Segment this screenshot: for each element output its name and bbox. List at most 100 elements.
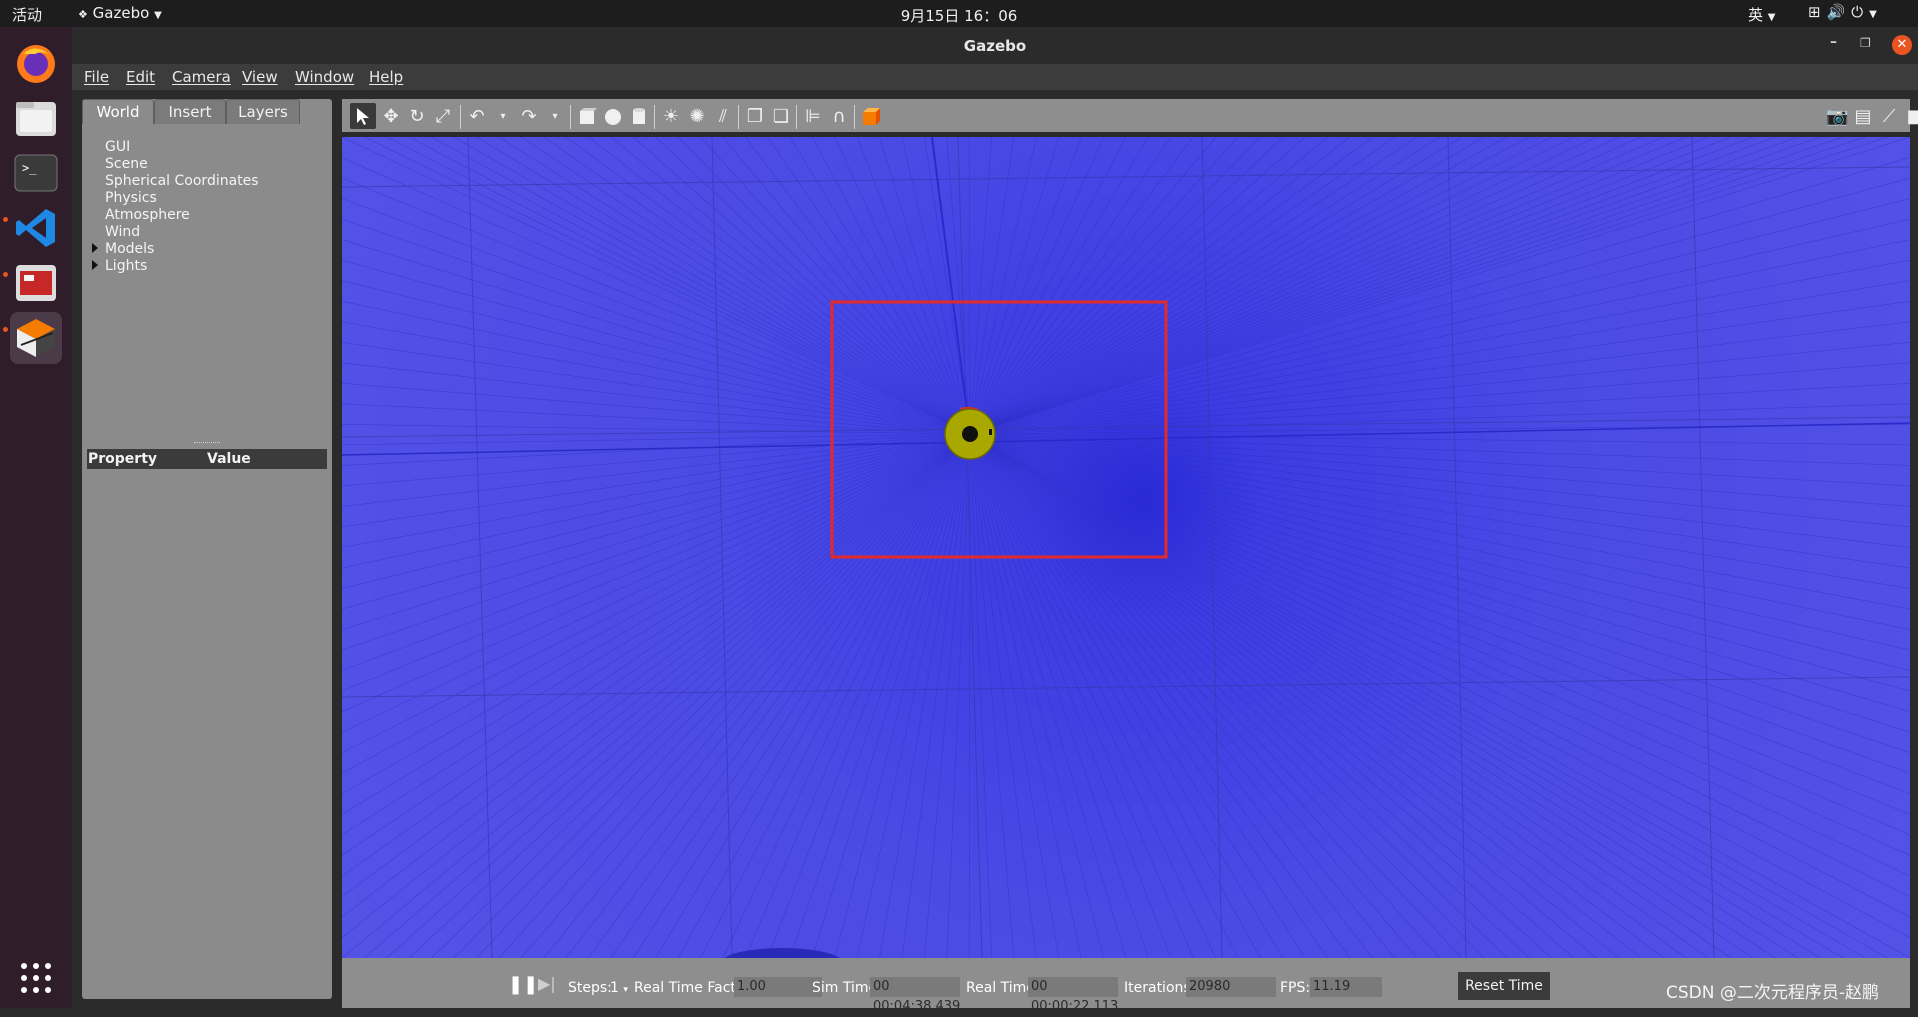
redo-history-icon[interactable]: ▾ [544, 106, 566, 128]
align-icon[interactable]: ⊫ [802, 106, 824, 128]
menu-edit[interactable]: Edit [126, 68, 155, 86]
tree-item-gui[interactable]: GUI [105, 139, 130, 155]
step-icon[interactable]: ▶| [538, 974, 556, 993]
activities-button[interactable]: 活动 [12, 4, 42, 25]
view-angle-icon[interactable] [860, 106, 882, 128]
title-bar[interactable]: Gazebo – ❐ ✕ [72, 27, 1918, 64]
directional-light-icon[interactable]: ⫽ [712, 106, 734, 128]
menu-bar: File Edit Camera View Window Help [72, 64, 1918, 90]
show-apps-icon[interactable] [10, 952, 62, 1004]
tab-insert[interactable]: Insert [154, 99, 226, 124]
tree-item-models[interactable]: Models [92, 241, 154, 257]
scene-viewport[interactable] [342, 137, 1910, 958]
files-icon[interactable] [10, 92, 62, 144]
log-icon[interactable]: ▤ [1852, 106, 1874, 128]
undo-icon[interactable]: ↶ [466, 106, 488, 128]
grid-ray [969, 137, 1843, 435]
grid-ray [812, 433, 971, 958]
app-menu[interactable]: ❖ Gazebo ▼ [78, 4, 162, 22]
toolbar: ✥ ↻ ⤢ ↶ ▾ ↷ ▾ ☀ ✺ ⫽ ❐ ❏ ⊫ ∩ 📷 ▤ ⟋ ■ [342, 99, 1918, 132]
running-indicator [3, 272, 8, 277]
grid-ray [453, 433, 971, 958]
pause-icon[interactable]: ❚❚ [508, 974, 538, 995]
tree-item-scene[interactable]: Scene [105, 156, 148, 172]
tab-layers[interactable]: Layers [226, 99, 300, 124]
tree-item-spherical-coordinates[interactable]: Spherical Coordinates [105, 173, 259, 189]
grid-ray [969, 137, 1776, 435]
tree-item-lights[interactable]: Lights [92, 258, 147, 274]
menu-view[interactable]: View [242, 68, 278, 86]
gazebo-icon[interactable] [10, 312, 62, 364]
toolbar-separator [854, 105, 855, 129]
grid-ray [856, 137, 971, 435]
fps-field: 11.19 [1310, 977, 1382, 997]
grid-ray [969, 137, 1440, 435]
tree-item-atmosphere[interactable]: Atmosphere [105, 207, 190, 223]
ground-grid [342, 137, 1910, 958]
menu-help[interactable]: Help [369, 68, 403, 86]
spot-light-icon[interactable]: ✺ [686, 106, 708, 128]
network-icon: ⊞ [1808, 3, 1827, 21]
grid-ray [969, 433, 1328, 958]
grid-ray [408, 433, 971, 958]
window-title: Gazebo [963, 37, 1027, 55]
cylinder-icon[interactable] [628, 106, 650, 128]
expand-arrow-icon[interactable] [92, 260, 98, 270]
redo-icon[interactable]: ↷ [518, 106, 540, 128]
restore-icon[interactable]: ❐ [1860, 36, 1871, 50]
box-icon[interactable] [576, 106, 598, 128]
robot-lidar [962, 426, 978, 442]
grid-ray [789, 137, 971, 435]
grid-ray [969, 433, 1821, 958]
steps-spinner[interactable]: 1 ▾ [610, 980, 628, 996]
grid-ray [453, 137, 971, 435]
scale-icon[interactable]: ⤢ [432, 106, 454, 128]
sphere-icon[interactable] [602, 106, 624, 128]
grid-ray [969, 433, 1910, 589]
paste-icon[interactable]: ❏ [770, 106, 792, 128]
app-icon[interactable] [10, 257, 62, 309]
minimize-icon[interactable]: – [1830, 34, 1837, 50]
vscode-icon[interactable] [10, 202, 62, 254]
undo-history-icon[interactable]: ▾ [492, 106, 514, 128]
firefox-icon[interactable] [10, 37, 62, 89]
grid-ray [969, 137, 992, 435]
grid-ray [655, 433, 971, 958]
splitter-handle[interactable] [194, 442, 220, 445]
reset-time-button[interactable]: Reset Time [1458, 972, 1550, 1000]
tab-world[interactable]: World [82, 99, 154, 124]
video-record-icon[interactable]: ■ [1904, 106, 1918, 128]
snap-icon[interactable]: ∩ [828, 106, 850, 128]
grid-ray [342, 433, 971, 897]
menu-file[interactable]: File [84, 68, 109, 86]
sim-time-field: 00 00:04:38.439 [870, 977, 960, 1014]
close-icon[interactable]: ✕ [1892, 35, 1912, 55]
screenshot-icon[interactable]: 📷 [1826, 106, 1848, 128]
copy-icon[interactable]: ❐ [744, 106, 766, 128]
system-tray[interactable]: ⊞🔊⏻▼ [1808, 3, 1883, 21]
property-column-header: Property [88, 451, 158, 467]
plot-icon[interactable]: ⟋ [1878, 106, 1900, 128]
menu-window[interactable]: Window [295, 68, 354, 86]
expand-arrow-icon[interactable] [92, 243, 98, 253]
grid-ray [946, 433, 971, 958]
grid-ray [969, 433, 1910, 507]
steps-value: 1 [610, 980, 619, 996]
grid-ray [342, 433, 971, 569]
steps-label: Steps: [568, 980, 612, 996]
menu-camera[interactable]: Camera [172, 68, 231, 86]
select-arrow-icon[interactable] [350, 103, 376, 129]
real-time-field: 00 00:00:22.113 [1028, 977, 1118, 1014]
point-light-icon[interactable]: ☀ [660, 106, 682, 128]
grid-ray [969, 137, 1395, 435]
running-indicator [3, 217, 8, 222]
tree-item-wind[interactable]: Wind [105, 224, 140, 240]
rotate-icon[interactable]: ↻ [406, 106, 428, 128]
input-method[interactable]: 英 ▼ [1748, 4, 1776, 25]
grid-ray [969, 433, 992, 958]
clock[interactable]: 9月15日 16：06 [0, 5, 1918, 26]
tree-item-physics[interactable]: Physics [105, 190, 157, 206]
terminal-icon[interactable]: >_ [10, 147, 62, 199]
axis-line [931, 137, 971, 436]
translate-icon[interactable]: ✥ [380, 106, 402, 128]
